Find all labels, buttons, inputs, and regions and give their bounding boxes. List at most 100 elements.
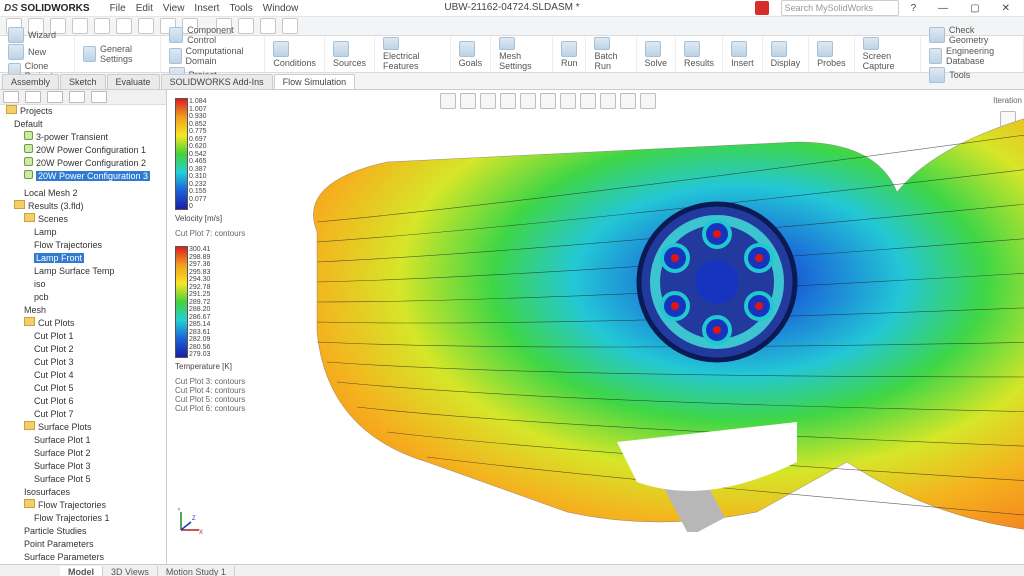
node-cut-3[interactable]: Cut Plot 4 <box>0 369 166 382</box>
node-ft[interactable]: Flow Trajectories <box>0 499 166 512</box>
rib-electrical[interactable]: Electrical Features <box>375 36 451 72</box>
vt-fit-icon[interactable] <box>460 93 476 109</box>
orientation-triad[interactable]: YXZ <box>177 508 203 534</box>
node-surfparam[interactable]: Surface Parameters <box>0 551 166 564</box>
vt-app-icon[interactable] <box>600 93 616 109</box>
tree-tab5[interactable] <box>91 91 107 103</box>
tree-tab4[interactable] <box>69 91 85 103</box>
node-scene-5[interactable]: pcb <box>0 291 166 304</box>
rib-results[interactable]: Results <box>676 36 723 72</box>
node-config-1[interactable]: 20W Power Configuration 1 <box>0 144 166 157</box>
qa-extra3-icon[interactable] <box>282 18 298 34</box>
rib-checkgeom[interactable]: Check Geometry <box>929 25 1015 45</box>
node-surf-1[interactable]: Surface Plot 2 <box>0 447 166 460</box>
node-pointparam[interactable]: Point Parameters <box>0 538 166 551</box>
node-config-3[interactable]: 20W Power Configuration 3 <box>0 170 166 183</box>
rib-engdb[interactable]: Engineering Database <box>929 46 1015 66</box>
node-projects[interactable]: Projects <box>0 105 166 118</box>
node-cutplots[interactable]: Cut Plots <box>0 317 166 330</box>
vt-hide-icon[interactable] <box>580 93 596 109</box>
rib-sources[interactable]: Sources <box>325 36 375 72</box>
node-ft-0[interactable]: Flow Trajectories 1 <box>0 512 166 525</box>
vt-snap-icon[interactable] <box>640 93 656 109</box>
rib-compcontrol[interactable]: Component Control <box>169 25 257 45</box>
node-particle[interactable]: Particle Studies <box>0 525 166 538</box>
rib-probes[interactable]: Probes <box>809 36 855 72</box>
menu-window[interactable]: Window <box>263 3 299 14</box>
rib-compdomain[interactable]: Computational Domain <box>169 46 257 66</box>
rib-new[interactable]: New <box>8 44 46 60</box>
node-scene-1[interactable]: Flow Trajectories <box>0 239 166 252</box>
node-surf-2[interactable]: Surface Plot 3 <box>0 460 166 473</box>
close-icon[interactable]: ✕ <box>1002 3 1010 14</box>
rib-batchrun[interactable]: Batch Run <box>586 36 636 72</box>
node-cut-4[interactable]: Cut Plot 5 <box>0 382 166 395</box>
qa-print-icon[interactable] <box>72 18 88 34</box>
rib-screencap[interactable]: Screen Capture <box>855 36 922 72</box>
menu-file[interactable]: File <box>110 3 126 14</box>
node-surf-3[interactable]: Surface Plot 5 <box>0 473 166 486</box>
tab-flowsim[interactable]: Flow Simulation <box>274 74 356 89</box>
help-icon[interactable]: ? <box>911 3 917 14</box>
node-cut-5[interactable]: Cut Plot 6 <box>0 395 166 408</box>
node-default[interactable]: Default <box>0 118 166 131</box>
node-scene-0[interactable]: Lamp <box>0 226 166 239</box>
menu-view[interactable]: View <box>163 3 185 14</box>
node-cut-0[interactable]: Cut Plot 1 <box>0 330 166 343</box>
tree-tab2[interactable] <box>25 91 41 103</box>
node-iso[interactable]: Isosurfaces <box>0 486 166 499</box>
node-cut-2[interactable]: Cut Plot 3 <box>0 356 166 369</box>
vt-rotate-icon[interactable] <box>480 93 496 109</box>
vt-color-icon[interactable] <box>620 93 636 109</box>
btab-motion[interactable]: Motion Study 1 <box>158 566 235 576</box>
node-localmesh[interactable]: Local Mesh 2 <box>0 187 166 200</box>
feature-tree[interactable]: Projects Default 3-power Transient 20W P… <box>0 90 167 564</box>
rib-wizard[interactable]: Wizard <box>8 27 56 43</box>
node-cut-6[interactable]: Cut Plot 7 <box>0 408 166 421</box>
node-cut-1[interactable]: Cut Plot 2 <box>0 343 166 356</box>
search-input[interactable]: Search MySolidWorks <box>781 0 899 16</box>
rib-display[interactable]: Display <box>763 36 810 72</box>
node-results[interactable]: Results (3.fld) <box>0 200 166 213</box>
rib-goals[interactable]: Goals <box>451 36 492 72</box>
tree-tab1[interactable] <box>3 91 19 103</box>
node-config-0[interactable]: 3-power Transient <box>0 131 166 144</box>
node-scene-3[interactable]: Lamp Surface Temp <box>0 265 166 278</box>
rib-tools[interactable]: Tools <box>929 67 970 83</box>
qa-options-icon[interactable] <box>138 18 154 34</box>
node-scene-4[interactable]: iso <box>0 278 166 291</box>
node-surf-0[interactable]: Surface Plot 1 <box>0 434 166 447</box>
vt-section-icon[interactable] <box>520 93 536 109</box>
tab-evaluate[interactable]: Evaluate <box>107 74 160 89</box>
graphics-viewport[interactable]: Iteration 1.0841.0070.9300.8520.7750.697… <box>167 90 1024 564</box>
tab-assembly[interactable]: Assembly <box>2 74 59 89</box>
tab-addins[interactable]: SOLIDWORKS Add-Ins <box>161 74 273 89</box>
tab-sketch[interactable]: Sketch <box>60 74 106 89</box>
rib-conditions[interactable]: Conditions <box>265 36 325 72</box>
rib-mesh[interactable]: Mesh Settings <box>491 36 553 72</box>
maximize-icon[interactable]: ▢ <box>970 3 979 14</box>
tree-tab3[interactable] <box>47 91 63 103</box>
vt-pan-icon[interactable] <box>500 93 516 109</box>
node-scene-2[interactable]: Lamp Front <box>0 252 166 265</box>
minimize-icon[interactable]: — <box>938 3 948 14</box>
rib-general[interactable]: General Settings <box>75 36 160 72</box>
node-mesh[interactable]: Mesh <box>0 304 166 317</box>
menu-edit[interactable]: Edit <box>136 3 153 14</box>
vt-zoom-icon[interactable] <box>440 93 456 109</box>
rib-run[interactable]: Run <box>553 36 587 72</box>
menu-insert[interactable]: Insert <box>194 3 219 14</box>
menu-tools[interactable]: Tools <box>229 3 252 14</box>
btab-model[interactable]: Model <box>60 566 103 576</box>
rib-insert2[interactable]: Insert <box>723 36 763 72</box>
qa-undo-icon[interactable] <box>94 18 110 34</box>
rib-solve[interactable]: Solve <box>637 36 677 72</box>
btab-3dviews[interactable]: 3D Views <box>103 566 158 576</box>
qa-extra2-icon[interactable] <box>260 18 276 34</box>
node-config-2[interactable]: 20W Power Configuration 2 <box>0 157 166 170</box>
qa-redo-icon[interactable] <box>116 18 132 34</box>
node-surfplots[interactable]: Surface Plots <box>0 421 166 434</box>
vt-display-icon[interactable] <box>560 93 576 109</box>
vt-view-icon[interactable] <box>540 93 556 109</box>
node-scenes[interactable]: Scenes <box>0 213 166 226</box>
